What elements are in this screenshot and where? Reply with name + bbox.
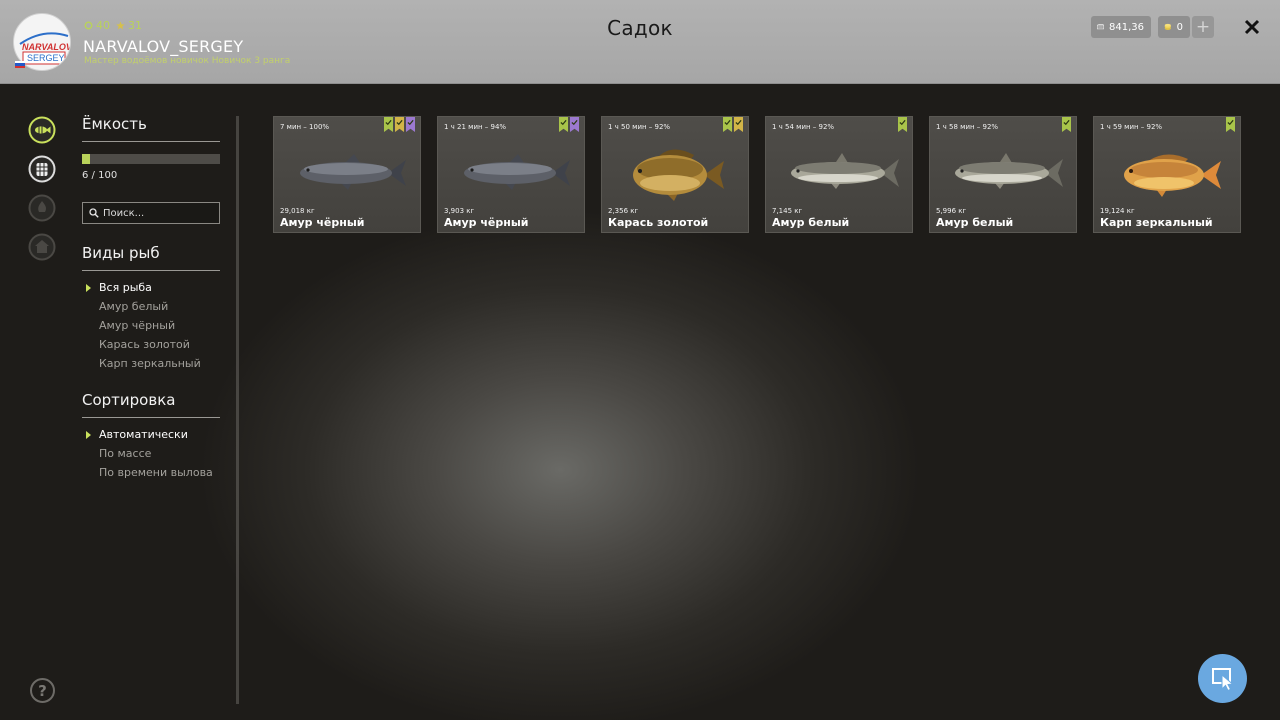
fish-weight: 2,356 кг xyxy=(608,207,639,215)
fish-catch-time: 1 ч 58 мин – 92% xyxy=(936,123,999,131)
fish-name: Амур белый xyxy=(936,216,1014,229)
fish-name: Амур чёрный xyxy=(280,216,365,229)
fish-badges xyxy=(898,117,907,132)
rail-keepnet[interactable] xyxy=(28,155,56,183)
fish-catch-time: 7 мин – 100% xyxy=(280,123,330,131)
mirror-carp-fish-image xyxy=(1104,137,1232,207)
bookmark-badge-icon xyxy=(570,117,579,132)
fish-name: Амур чёрный xyxy=(444,216,529,229)
gold-coins-icon xyxy=(1164,23,1171,30)
player-rank: Мастер водоёмов новичок Новичок 3 ранга xyxy=(84,56,291,66)
svg-text:NARVALOV: NARVALOV xyxy=(22,42,71,52)
fish-card[interactable]: 1 ч 58 мин – 92% 5,996 кг Амур белый xyxy=(929,116,1077,233)
bookmark-badge-icon xyxy=(898,117,907,132)
capacity-bar-fill xyxy=(82,154,91,164)
species-filter-item[interactable]: Амур чёрный xyxy=(86,316,201,335)
close-icon xyxy=(1244,19,1260,35)
capacity-title: Ёмкость xyxy=(82,115,147,133)
fish-badges xyxy=(1062,117,1071,132)
cursor-mode-button[interactable] xyxy=(1198,654,1247,703)
crucian-fish-image xyxy=(612,137,740,207)
species-title: Виды рыб xyxy=(82,244,160,262)
fish-weight: 7,145 кг xyxy=(772,207,803,215)
capacity-divider xyxy=(82,141,220,142)
species-filter-item[interactable]: Амур белый xyxy=(86,297,201,316)
white-amur-fish-image xyxy=(776,137,904,207)
svg-text:SERGEY: SERGEY xyxy=(27,53,65,63)
keepnet-icon xyxy=(28,155,56,183)
fish-badges xyxy=(1226,117,1235,132)
bookmark-badge-icon xyxy=(384,117,393,132)
search-box[interactable] xyxy=(82,202,220,224)
bookmark-badge-icon xyxy=(406,117,415,132)
question-icon: ? xyxy=(38,681,47,700)
gold-amount: 0 xyxy=(1176,21,1183,33)
rail-keepnet-fish[interactable] xyxy=(28,116,56,144)
top-bar: NARVALOV SERGEY 40 31 NARVALOV_SERGEY Ма… xyxy=(0,0,1280,84)
silver-balance[interactable]: 841,36 xyxy=(1091,16,1151,38)
capacity-bar xyxy=(82,154,220,164)
bookmark-badge-icon xyxy=(1226,117,1235,132)
species-filter-list: Вся рыба Амур белый Амур чёрный Карась золо… xyxy=(86,278,201,373)
keepnet-fish-icon xyxy=(28,116,56,144)
fish-weight: 3,903 кг xyxy=(444,207,475,215)
sort-option-item[interactable]: По массе xyxy=(86,444,213,463)
black-amur-fish-image xyxy=(284,137,412,207)
white-amur-fish-image xyxy=(940,137,1068,207)
fish-weight: 29,018 кг xyxy=(280,207,315,215)
bookmark-badge-icon xyxy=(559,117,568,132)
page-title: Садок xyxy=(607,16,673,40)
cursor-icon xyxy=(1211,667,1234,691)
black-amur-fish-image xyxy=(448,137,576,207)
capacity-count: 6 / 100 xyxy=(82,170,118,181)
fish-card[interactable]: 1 ч 50 мин – 92% 2,356 кг Карась золотой xyxy=(601,116,749,233)
fish-name: Карась золотой xyxy=(608,216,709,229)
bookmark-badge-icon xyxy=(395,117,404,132)
bookmark-badge-icon xyxy=(723,117,732,132)
close-button[interactable] xyxy=(1243,18,1261,36)
fish-weight: 19,124 кг xyxy=(1100,207,1135,215)
sort-title: Сортировка xyxy=(82,391,176,409)
fish-catch-time: 1 ч 50 мин – 92% xyxy=(608,123,671,131)
fish-card[interactable]: 1 ч 59 мин – 92% 19,124 кг Карп зеркальный xyxy=(1093,116,1241,233)
fish-name: Карп зеркальный xyxy=(1100,216,1213,229)
sort-option-item[interactable]: По времени вылова xyxy=(86,463,213,482)
help-button[interactable]: ? xyxy=(30,678,55,703)
sort-option-list: Автоматически По массе По времени вылова xyxy=(86,425,213,482)
fish-catch-time: 1 ч 54 мин – 92% xyxy=(772,123,835,131)
species-filter-item[interactable]: Карась золотой xyxy=(86,335,201,354)
sort-option-item[interactable]: Автоматически xyxy=(86,425,213,444)
campfire-icon xyxy=(28,194,56,222)
silver-amount: 841,36 xyxy=(1109,21,1144,33)
banknote-icon xyxy=(1097,24,1104,30)
rail-home xyxy=(28,233,56,261)
fish-badges xyxy=(723,117,743,132)
species-filter-item[interactable]: Вся рыба xyxy=(86,278,201,297)
sidebar-divider xyxy=(236,116,239,704)
species-filter-item[interactable]: Карп зеркальный xyxy=(86,354,201,373)
fish-name: Амур белый xyxy=(772,216,850,229)
sort-divider xyxy=(82,417,220,418)
home-icon xyxy=(28,233,56,261)
fish-card[interactable]: 1 ч 54 мин – 92% 7,145 кг Амур белый xyxy=(765,116,913,233)
country-flag xyxy=(15,61,25,68)
search-icon xyxy=(89,208,99,218)
bookmark-badge-icon xyxy=(734,117,743,132)
add-currency-button[interactable]: + xyxy=(1192,16,1214,38)
gold-balance[interactable]: 0 xyxy=(1158,16,1190,38)
fish-card[interactable]: 7 мин – 100% 29,018 кг Амур чёрный xyxy=(273,116,421,233)
species-divider xyxy=(82,270,220,271)
fish-badges xyxy=(384,117,415,132)
rail-campfire xyxy=(28,194,56,222)
bookmark-badge-icon xyxy=(1062,117,1071,132)
fish-catch-time: 1 ч 59 мин – 92% xyxy=(1100,123,1163,131)
fish-catch-time: 1 ч 21 мин – 94% xyxy=(444,123,507,131)
fish-card[interactable]: 1 ч 21 мин – 94% 3,903 кг Амур чёрный xyxy=(437,116,585,233)
fish-weight: 5,996 кг xyxy=(936,207,967,215)
search-input[interactable] xyxy=(103,207,213,219)
fish-badges xyxy=(559,117,579,132)
